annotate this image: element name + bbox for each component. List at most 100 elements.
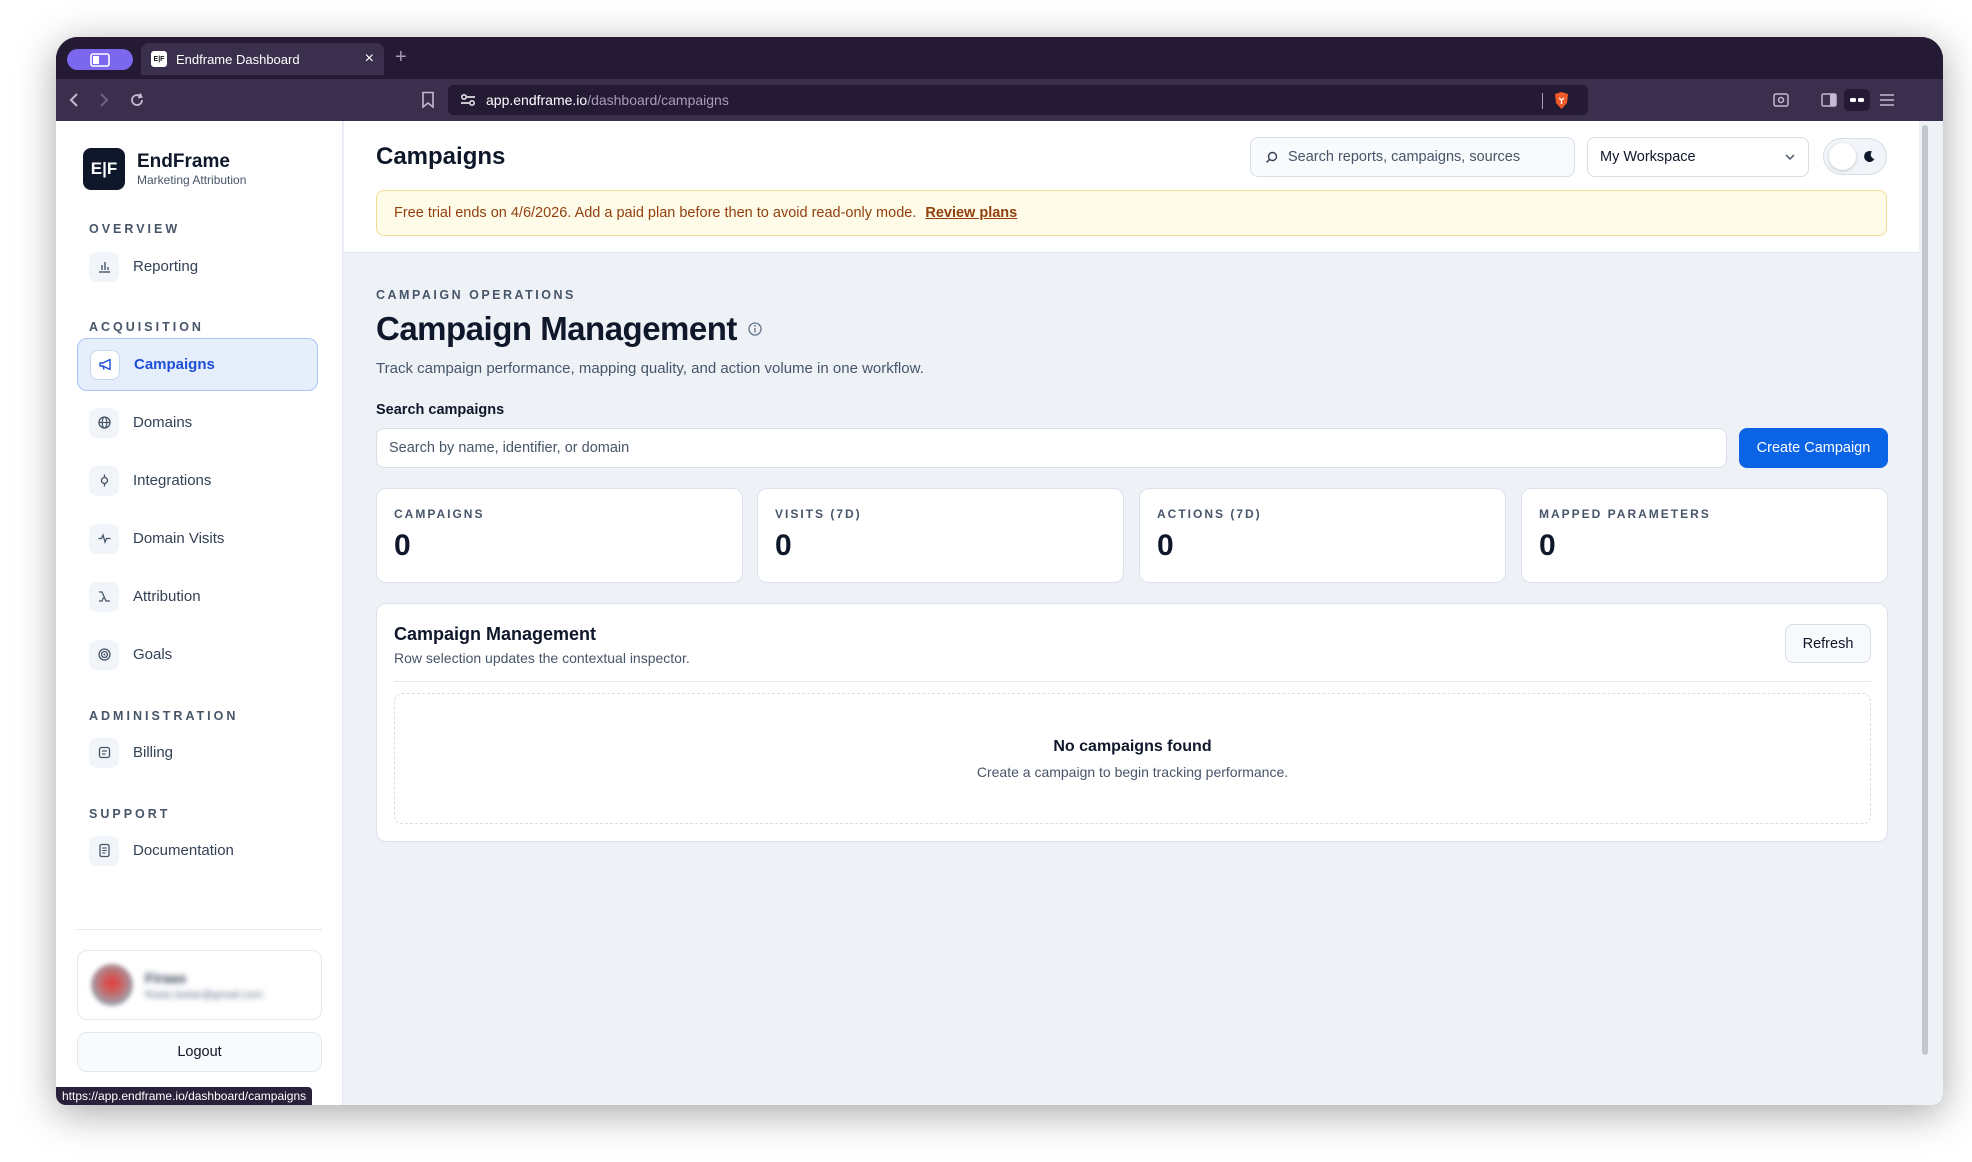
globe-icon (89, 407, 119, 438)
sidebar-item-domain-visits[interactable]: Domain Visits (77, 512, 318, 565)
scrollbar-thumb[interactable] (1922, 125, 1928, 1055)
chevron-down-icon (1785, 154, 1795, 161)
sidebar-item-label: Domain Visits (133, 530, 225, 547)
tab-title: Endframe Dashboard (176, 51, 300, 67)
sidebar-item-label: Billing (133, 744, 174, 761)
sidebar-item-label: Reporting (133, 258, 199, 275)
brand[interactable]: E|F EndFrame Marketing Attribution (83, 148, 246, 190)
sidebar-item-label: Campaigns (134, 356, 215, 373)
campaign-table-panel: Campaign Management Row selection update… (376, 603, 1888, 842)
page-description: Track campaign performance, mapping qual… (376, 360, 924, 377)
global-search[interactable] (1250, 137, 1575, 177)
sidebar-layout-icon[interactable] (1820, 91, 1838, 109)
back-icon[interactable] (64, 90, 84, 110)
moon-icon (1864, 150, 1875, 162)
url-path: /dashboard/campaigns (587, 92, 729, 108)
private-window-icon[interactable] (1844, 89, 1870, 111)
tab-strip: E|F Endframe Dashboard × + (56, 37, 1943, 79)
brand-tagline: Marketing Attribution (137, 173, 247, 187)
plug-icon (89, 465, 119, 496)
url-divider (1542, 93, 1543, 109)
section-overview: OVERVIEW (89, 222, 181, 236)
address-bar[interactable]: app.endframe.io/dashboard/campaigns (448, 85, 1588, 115)
stat-value: 0 (1157, 529, 1174, 562)
url-host: app.endframe.io (486, 92, 588, 108)
stat-card-visits: VISITS (7D) 0 (757, 488, 1124, 583)
sidebar-item-documentation[interactable]: Documentation (77, 824, 318, 877)
stat-card-campaigns: CAMPAIGNS 0 (376, 488, 743, 583)
sidebar-item-reporting[interactable]: Reporting (77, 240, 318, 293)
sidebar-item-integrations[interactable]: Integrations (77, 454, 318, 507)
document-icon (89, 835, 119, 866)
page-viewport: E|F EndFrame Marketing Attribution OVERV… (56, 121, 1943, 1105)
sidebar-item-label: Goals (133, 646, 173, 663)
activity-icon (89, 523, 119, 554)
sidebar-panel-icon (90, 52, 110, 67)
info-icon[interactable] (747, 321, 763, 337)
bar-chart-icon (89, 251, 119, 282)
section-eyebrow: CAMPAIGN OPERATIONS (376, 288, 576, 302)
forward-icon[interactable] (94, 90, 114, 110)
theme-toggle[interactable] (1823, 138, 1887, 175)
stat-label: ACTIONS (7D) (1157, 507, 1262, 521)
reload-icon[interactable] (127, 90, 147, 110)
page-scrollbar[interactable] (1919, 121, 1931, 1105)
page-title: Campaigns (376, 143, 506, 170)
close-tab-icon[interactable]: × (365, 50, 374, 68)
section-acquisition: ACQUISITION (89, 320, 204, 334)
campaign-search-label: Search campaigns (376, 402, 505, 418)
sidebar-item-label: Documentation (133, 842, 234, 859)
user-card[interactable]: Firaas firaas.lastar@gmail.com (77, 950, 322, 1020)
top-bar: Campaigns My Workspace Free trial ends o… (344, 121, 1931, 253)
refresh-button[interactable]: Refresh (1785, 624, 1871, 663)
sidebar-item-attribution[interactable]: Attribution (77, 570, 318, 623)
trial-banner: Free trial ends on 4/6/2026. Add a paid … (376, 190, 1887, 236)
main-content: Campaigns My Workspace Free trial ends o… (344, 121, 1931, 1105)
user-email: firaas.lastar@gmail.com (145, 988, 264, 1001)
sidebar-item-billing[interactable]: Billing (77, 726, 318, 779)
campaign-search-input[interactable] (376, 428, 1727, 468)
screenshot-icon[interactable] (1772, 91, 1790, 109)
target-icon (89, 639, 119, 670)
site-settings-icon[interactable] (460, 93, 476, 107)
sidebar-item-label: Integrations (133, 472, 212, 489)
new-tab-icon[interactable]: + (395, 46, 407, 69)
sidebar-item-domains[interactable]: Domains (77, 396, 318, 449)
avatar (91, 964, 133, 1006)
browser-tab[interactable]: E|F Endframe Dashboard × (141, 43, 384, 75)
stat-label: MAPPED PARAMETERS (1539, 507, 1711, 521)
user-name: Firaas (145, 969, 187, 986)
workspace-selected: My Workspace (1600, 149, 1696, 165)
sidebar-item-campaigns[interactable]: Campaigns (77, 338, 318, 391)
stat-label: VISITS (7D) (775, 507, 862, 521)
sidebar-item-goals[interactable]: Goals (77, 628, 318, 681)
section-administration: ADMINISTRATION (89, 709, 239, 723)
browser-window: E|F Endframe Dashboard × + app.endframe.… (56, 37, 1943, 1105)
brave-shield-icon[interactable] (1553, 91, 1570, 110)
page-heading: Campaign Management (376, 310, 763, 348)
stat-card-mapped-parameters: MAPPED PARAMETERS 0 (1521, 488, 1888, 583)
workspace-select[interactable]: My Workspace (1587, 137, 1809, 177)
panel-divider (394, 681, 1871, 682)
sidebar-divider (77, 929, 322, 930)
empty-state-title: No campaigns found (1053, 738, 1212, 755)
stat-card-actions: ACTIONS (7D) 0 (1139, 488, 1506, 583)
stat-value: 0 (775, 529, 792, 562)
menu-icon[interactable] (1878, 91, 1896, 109)
sidebar-item-label: Domains (133, 414, 193, 431)
brand-name: EndFrame (137, 151, 230, 172)
create-campaign-button[interactable]: Create Campaign (1739, 428, 1888, 468)
bookmark-icon[interactable] (420, 91, 436, 109)
browser-sidebar-toggle[interactable] (67, 49, 133, 70)
logout-button[interactable]: Logout (77, 1032, 322, 1072)
empty-state-subtitle: Create a campaign to begin tracking perf… (976, 764, 1289, 780)
stat-label: CAMPAIGNS (394, 507, 485, 521)
browser-toolbar: app.endframe.io/dashboard/campaigns (56, 79, 1943, 121)
brand-text: EndFrame Marketing Attribution (137, 151, 246, 187)
empty-state: No campaigns found Create a campaign to … (394, 693, 1871, 824)
review-plans-link[interactable]: Review plans (925, 205, 1017, 221)
status-bar-url: https://app.endframe.io/dashboard/campai… (56, 1087, 313, 1105)
global-search-input[interactable] (1288, 149, 1558, 165)
receipt-icon (89, 737, 119, 768)
stat-value: 0 (394, 529, 411, 562)
